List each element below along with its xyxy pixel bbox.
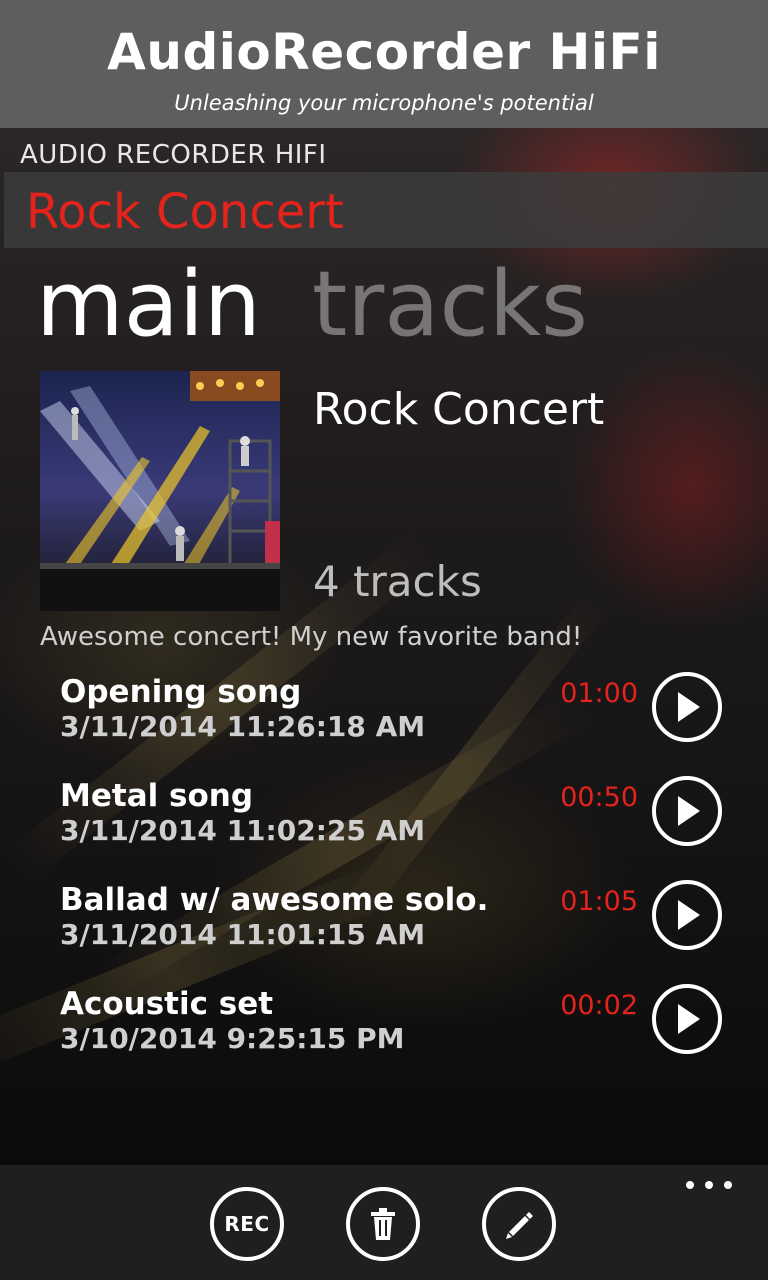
track-duration: 00:02 — [560, 990, 638, 1021]
pivot-tab-tracks[interactable]: tracks — [312, 250, 588, 360]
record-icon: REC — [224, 1212, 270, 1236]
track-item[interactable]: Metal song 3/11/2014 11:02:25 AM 00:50 — [0, 776, 768, 876]
track-item[interactable]: Opening song 3/11/2014 11:26:18 AM 01:00 — [0, 672, 768, 772]
trash-icon — [371, 1208, 395, 1240]
track-date: 3/11/2014 11:26:18 AM — [60, 710, 426, 743]
banner-tagline: Unleashing your microphone's potential — [174, 91, 594, 115]
track-name: Acoustic set — [60, 986, 274, 1022]
track-name: Opening song — [60, 674, 302, 710]
track-date: 3/11/2014 11:02:25 AM — [60, 814, 426, 847]
track-count: 4 tracks — [313, 557, 482, 606]
banner-title: AudioRecorder HiFi — [107, 23, 661, 81]
play-icon — [678, 1004, 700, 1034]
track-date: 3/11/2014 11:01:15 AM — [60, 918, 426, 951]
record-button[interactable]: REC — [210, 1187, 284, 1261]
app-bar: REC — [0, 1165, 768, 1280]
pivot-tab-main[interactable]: main — [36, 250, 261, 360]
app-title: AUDIO RECORDER HIFI — [20, 140, 327, 170]
track-item[interactable]: Ballad w/ awesome solo. 3/11/2014 11:01:… — [0, 880, 768, 980]
album-name: Rock Concert — [313, 384, 605, 435]
more-icon[interactable] — [686, 1181, 732, 1193]
play-icon — [678, 796, 700, 826]
track-date: 3/10/2014 9:25:15 PM — [60, 1022, 405, 1055]
pencil-icon — [506, 1212, 533, 1239]
promo-banner: AudioRecorder HiFi Unleashing your micro… — [0, 0, 768, 128]
track-duration: 01:00 — [560, 678, 638, 709]
play-button[interactable] — [652, 984, 722, 1054]
track-name: Ballad w/ awesome solo. — [60, 882, 489, 918]
delete-button[interactable] — [346, 1187, 420, 1261]
album-header-title: Rock Concert — [26, 184, 344, 240]
album-header-bar: Rock Concert — [4, 172, 768, 248]
album-description: Awesome concert! My new favorite band! — [40, 622, 583, 652]
play-button[interactable] — [652, 880, 722, 950]
edit-button[interactable] — [482, 1187, 556, 1261]
track-duration: 00:50 — [560, 782, 638, 813]
album-art-image — [40, 371, 280, 611]
play-button[interactable] — [652, 672, 722, 742]
track-name: Metal song — [60, 778, 254, 814]
track-item[interactable]: Acoustic set 3/10/2014 9:25:15 PM 00:02 — [0, 984, 768, 1084]
play-icon — [678, 692, 700, 722]
play-button[interactable] — [652, 776, 722, 846]
track-duration: 01:05 — [560, 886, 638, 917]
play-icon — [678, 900, 700, 930]
